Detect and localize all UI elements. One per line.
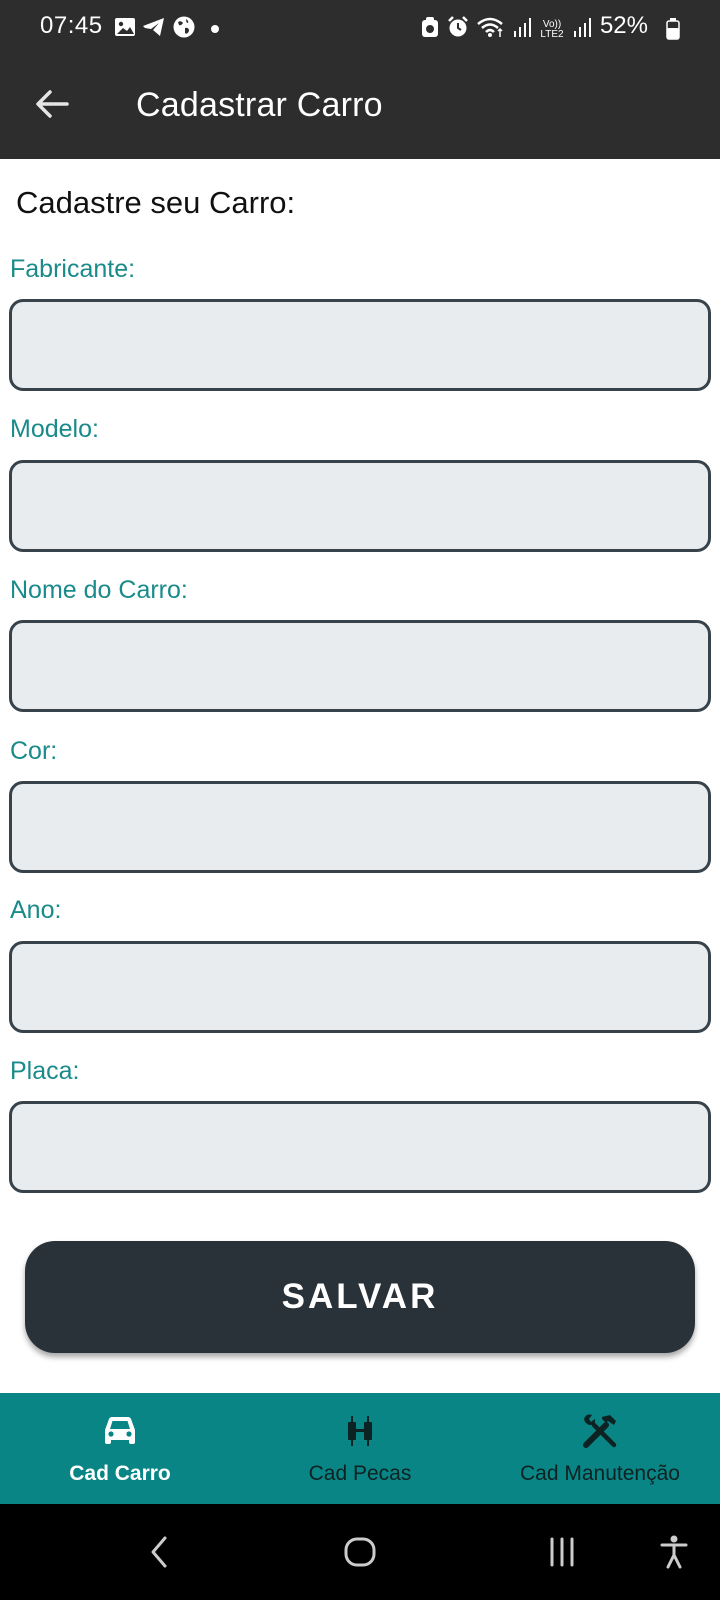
nav-label-cad-pecas: Cad Pecas [308,1462,412,1485]
form-heading: Cadastre seu Carro: [16,185,296,220]
status-left-icons [114,15,220,44]
nav-item-cad-pecas[interactable]: Cad Pecas [240,1393,480,1504]
globe-icon [172,15,196,44]
placa-field[interactable] [9,1101,711,1193]
label-modelo: Modelo: [10,415,99,443]
back-button[interactable] [30,84,74,128]
wifi-icon [476,15,506,44]
status-bar: 07:45 Vo)) LTE2 52% [0,0,720,56]
accessibility-icon[interactable] [650,1528,698,1576]
nome-do-carro-field[interactable] [9,620,711,712]
label-placa: Placa: [10,1057,80,1085]
page-title: Cadastrar Carro [136,86,383,124]
system-nav [0,1504,720,1600]
label-nome-do-carro: Nome do Carro: [10,576,188,604]
back-chevron-icon[interactable] [135,1528,183,1576]
alarm-icon [446,15,470,44]
modelo-field[interactable] [9,460,711,552]
status-right-icons: Vo)) LTE2 [420,15,592,44]
save-button[interactable]: SALVAR [25,1241,695,1353]
nav-item-cad-carro[interactable]: Cad Carro [0,1393,240,1504]
battery-percent: 52% [599,12,648,39]
ano-field[interactable] [9,941,711,1033]
label-cor: Cor: [10,737,58,765]
label-fabricante: Fabricante: [10,255,136,283]
signal-icon [512,15,532,44]
arrow-left-icon [35,89,69,124]
app-bar: Cadastrar Carro [0,56,720,159]
bottom-nav: Cad Carro Cad Pecas Cad Manutenção [0,1393,720,1504]
save-mode-icon [420,15,440,44]
label-ano: Ano: [10,896,62,924]
nav-item-cad-manutencao[interactable]: Cad Manutenção [480,1393,720,1504]
tools-icon [580,1409,620,1453]
battery-icon [666,18,680,45]
status-time: 07:45 [40,12,103,39]
dot-icon [210,21,220,39]
fabricante-field[interactable] [9,299,711,391]
car-parts-icon [345,1409,375,1453]
home-icon[interactable] [336,1528,384,1576]
telegram-icon [142,16,166,43]
nav-label-cad-manutencao: Cad Manutenção [520,1462,680,1485]
car-icon [101,1409,139,1453]
gallery-icon [114,16,136,43]
volte-icon: Vo)) LTE2 [540,18,564,40]
recents-icon[interactable] [538,1528,586,1576]
cor-field[interactable] [9,781,711,873]
nav-label-cad-carro: Cad Carro [69,1462,171,1485]
signal-icon-2 [572,15,592,44]
